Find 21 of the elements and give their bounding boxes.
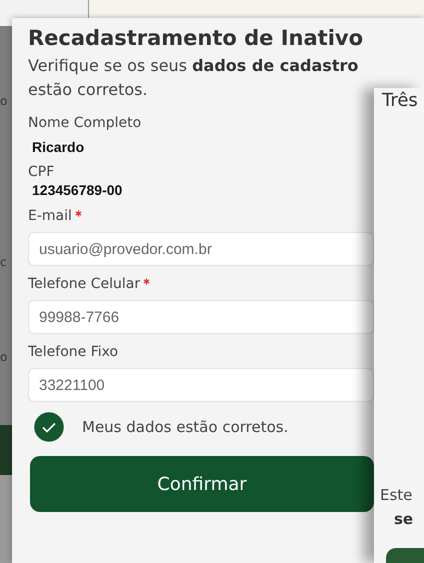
modal-title: Recadastramento de Inativo	[28, 26, 364, 50]
cut-text: c	[0, 255, 7, 269]
field-value: 123456789-00	[31, 182, 124, 198]
field-label: Nome Completo	[28, 115, 142, 131]
field-label: Telefone Fixo	[28, 344, 118, 360]
card-text: se	[394, 510, 414, 528]
checkbox-label: Meus dados estão corretos.	[82, 418, 288, 436]
modal-subtitle: Verifique se os seus dados de cadastro estão corretos.	[28, 55, 360, 101]
input-field[interactable]: 33221100	[28, 368, 374, 402]
cut-text: o	[0, 94, 8, 108]
field-label: E-mail	[28, 208, 72, 224]
field-label: CPF	[28, 164, 54, 180]
input-field[interactable]: usuario@provedor.com.br	[28, 232, 374, 266]
cut-text: o	[0, 350, 8, 364]
field-label: Telefone Celular	[28, 276, 140, 292]
confirm-button[interactable]: Confirmar	[30, 456, 374, 512]
input-field[interactable]: 99988-7766	[28, 300, 374, 334]
field-value: Ricardo	[31, 139, 86, 155]
card-text: Este	[380, 486, 412, 504]
checkbox[interactable]	[34, 412, 64, 442]
card-title: Três	[382, 90, 418, 111]
